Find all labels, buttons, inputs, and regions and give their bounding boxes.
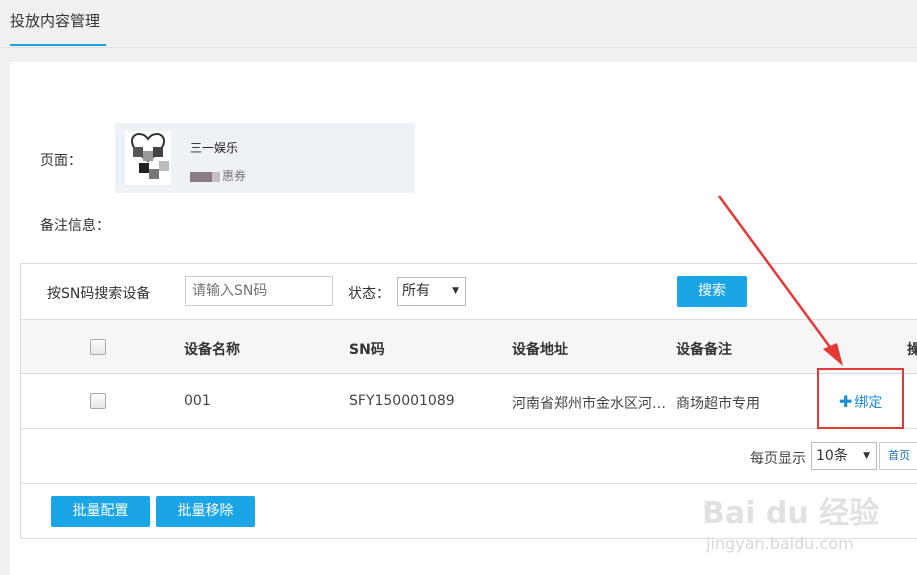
mosaic-block xyxy=(139,163,149,173)
device-name-cell: 001 xyxy=(184,393,211,409)
chevron-down-icon: ▼ xyxy=(863,451,870,461)
batch-config-button[interactable]: 批量配置 xyxy=(51,496,150,527)
chevron-down-icon: ▼ xyxy=(452,286,459,296)
search-label: 按SN码搜索设备 xyxy=(47,286,151,302)
table-row: 001 SFY150001089 河南省郑州市金水区河… 商场超市专用 xyxy=(21,374,917,429)
remark-label: 备注信息： xyxy=(40,218,110,234)
page-preview-card: 三一娱乐 惠券 xyxy=(115,123,415,193)
mosaic-block xyxy=(159,161,169,171)
page-size-label: 每页显示 xyxy=(750,451,806,467)
select-all-checkbox[interactable] xyxy=(90,339,106,355)
col-address: 设备地址 xyxy=(512,342,568,358)
status-value: 所有 xyxy=(402,283,430,299)
preview-subtitle: 惠券 xyxy=(190,167,246,184)
col-sn: SN码 xyxy=(349,342,385,358)
page-size-select[interactable]: 10条 ▼ xyxy=(811,442,877,470)
batch-remove-button[interactable]: 批量移除 xyxy=(156,496,255,527)
preview-avatar xyxy=(125,131,171,185)
first-page-button[interactable]: 首页 xyxy=(879,442,917,470)
search-button[interactable]: 搜索 xyxy=(677,276,747,307)
sn-search-input[interactable] xyxy=(185,276,333,306)
mosaic-block xyxy=(133,147,143,157)
blurred-text xyxy=(212,171,220,182)
status-select[interactable]: 所有 ▼ xyxy=(397,277,466,306)
col-action: 操 xyxy=(907,342,917,358)
tab-bar: 投放内容管理 xyxy=(0,0,917,48)
mosaic-block xyxy=(153,147,163,157)
address-cell: 河南省郑州市金水区河… xyxy=(512,396,666,412)
watermark-logo: Bai du 经验 xyxy=(702,496,880,531)
preview-subtitle-text: 惠券 xyxy=(222,169,247,183)
blurred-text xyxy=(190,171,212,182)
preview-title: 三一娱乐 xyxy=(190,141,239,155)
watermark-url: jingyan.baidu.com xyxy=(706,534,854,553)
table-header: 设备名称 SN码 设备地址 设备备注 操 xyxy=(21,319,917,374)
row-checkbox[interactable] xyxy=(90,393,106,409)
tab-label: 投放内容管理 xyxy=(10,12,101,30)
pagination-bar: 每页显示 10条 ▼ 首页 xyxy=(21,430,917,484)
status-label: 状态： xyxy=(348,286,390,302)
annotation-highlight-box xyxy=(817,368,904,429)
mosaic-block xyxy=(143,151,153,161)
col-device-name: 设备名称 xyxy=(184,342,240,358)
page-size-value: 10条 xyxy=(816,448,848,464)
remark-cell: 商场超市专用 xyxy=(676,396,760,412)
tab-content-management[interactable]: 投放内容管理 xyxy=(10,0,100,48)
mosaic-block xyxy=(149,169,159,179)
page-label: 页面： xyxy=(40,153,82,169)
sn-cell: SFY150001089 xyxy=(349,393,455,409)
col-remark: 设备备注 xyxy=(676,342,732,358)
active-tab-indicator xyxy=(10,44,106,46)
search-bar: 按SN码搜索设备 状态： 所有 ▼ 搜索 xyxy=(21,264,917,320)
